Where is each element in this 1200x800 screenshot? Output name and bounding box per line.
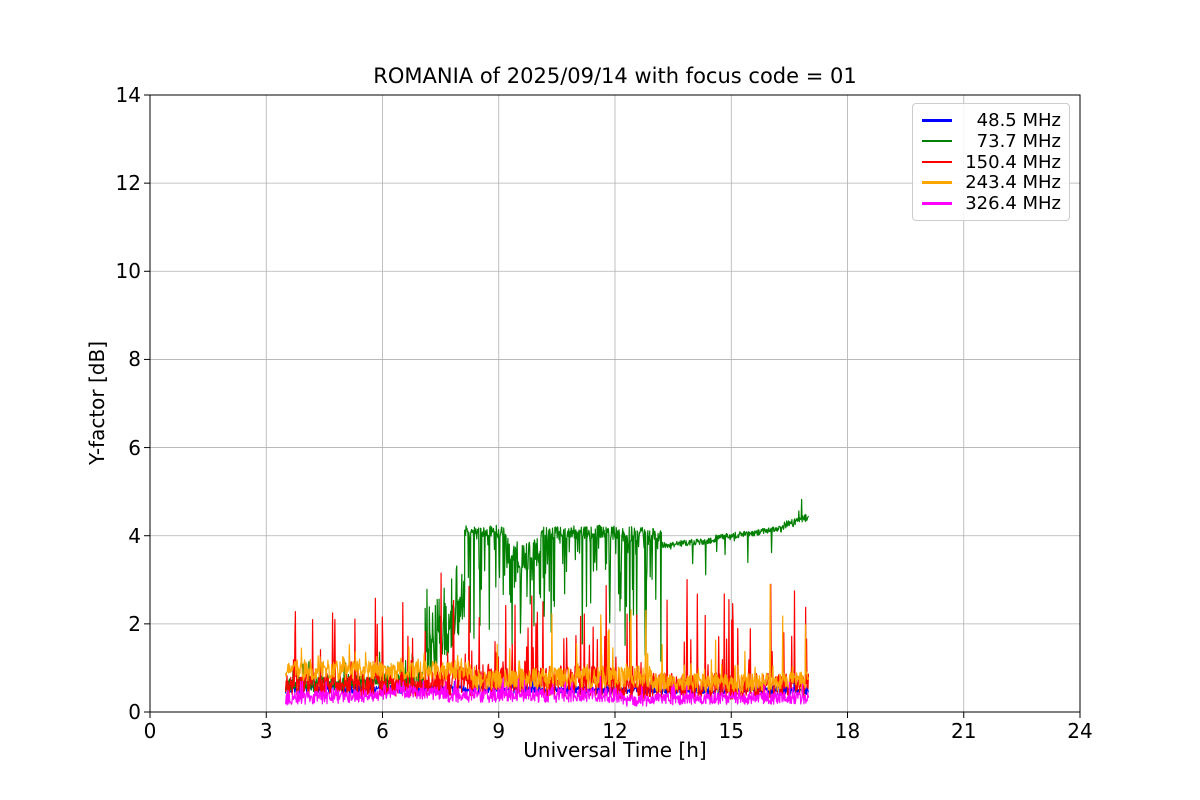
x-tick-label: 12	[602, 719, 628, 743]
legend-entry: 150.4 MHz	[922, 152, 1061, 173]
legend-box: 48.5 MHz 73.7 MHz 150.4 MHz 243.4 MHz 326.4 …	[912, 103, 1070, 221]
legend-entry: 48.5 MHz	[922, 110, 1061, 131]
series-line-73-7-mhz	[285, 498, 810, 693]
legend-line-swatch	[922, 181, 952, 185]
legend-label: 150.4 MHz	[965, 151, 1061, 173]
x-tick-label: 15	[718, 719, 744, 743]
legend-line-swatch	[922, 202, 952, 205]
legend-label: 73.7 MHz	[976, 130, 1061, 152]
legend-entry: 243.4 MHz	[922, 172, 1061, 193]
x-tick-label: 24	[1067, 719, 1093, 743]
legend-entry: 326.4 MHz	[922, 193, 1061, 214]
x-tick-label: 9	[492, 719, 506, 743]
x-tick-label: 6	[376, 719, 389, 743]
chart-figure: ROMANIA of 2025/09/14 with focus code = …	[0, 0, 1200, 800]
y-tick-label: 4	[128, 523, 141, 548]
y-tick-label: 2	[128, 611, 141, 636]
legend-label: 243.4 MHz	[965, 172, 1061, 194]
y-tick-label: 10	[115, 259, 141, 284]
x-tick-label: 21	[951, 719, 977, 743]
legend-line-swatch	[922, 160, 952, 164]
y-tick-label: 8	[128, 347, 141, 372]
legend-entry: 73.7 MHz	[922, 131, 1061, 152]
legend-label: 326.4 MHz	[965, 193, 1061, 215]
y-tick-label: 6	[128, 435, 141, 460]
legend-label: 48.5 MHz	[976, 109, 1061, 131]
y-tick-label: 14	[115, 83, 141, 107]
y-tick-label: 12	[115, 171, 141, 196]
legend-line-swatch	[922, 119, 952, 122]
y-tick-label: 0	[128, 700, 141, 724]
x-tick-label: 3	[259, 719, 273, 743]
chart-title: ROMANIA of 2025/09/14 with focus code = …	[373, 64, 857, 88]
x-tick-label: 18	[834, 719, 861, 743]
legend-line-swatch	[922, 139, 952, 143]
